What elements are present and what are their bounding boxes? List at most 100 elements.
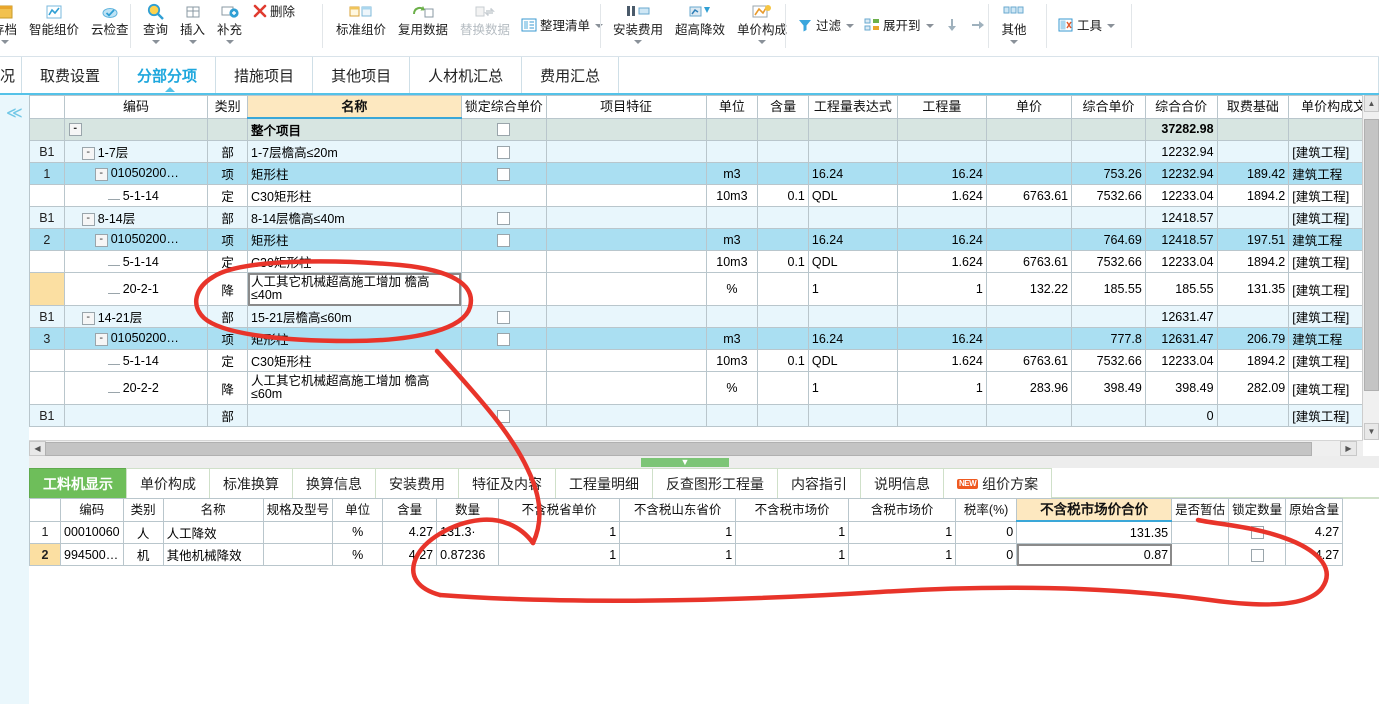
cell-quantity-expression[interactable] xyxy=(807,206,898,229)
cell-lock-checkbox[interactable] xyxy=(460,371,547,405)
checkbox-icon[interactable] xyxy=(497,233,511,247)
cell-quantity[interactable] xyxy=(896,117,987,141)
cell-quantity-expression[interactable]: 1 xyxy=(807,272,898,306)
table-row[interactable]: B1-8-14层部 8-14层檐高≤40m 12418.57 [建筑工程] xyxy=(29,206,1379,229)
cell-content[interactable]: 0.1 xyxy=(757,250,809,273)
checkbox-icon[interactable] xyxy=(497,409,511,423)
cell-fee-base[interactable]: 1894.2 xyxy=(1216,349,1290,372)
cell-composite-total[interactable]: 12233.04 xyxy=(1144,349,1218,372)
cell-category[interactable]: 定 xyxy=(207,250,249,273)
scroll-right-icon[interactable]: ▶ xyxy=(1340,441,1357,456)
cell-category[interactable]: 项 xyxy=(207,327,249,350)
cell-category[interactable]: 部 xyxy=(207,206,249,229)
detail-tab-8[interactable]: 内容指引 xyxy=(777,468,861,498)
detail-cell-quantity[interactable]: 0.87236 xyxy=(436,543,500,566)
detail-row[interactable]: 1 00010060 人人工降效% 4.27 131.3· 1 1 1 1 0 131.35 4.27 xyxy=(29,520,1344,544)
grid-vertical-scrollbar[interactable]: ▲ ▼ xyxy=(1362,95,1379,440)
cell-quantity-expression[interactable]: 16.24 xyxy=(807,228,898,251)
checkbox-icon[interactable] xyxy=(497,310,511,324)
cell-name[interactable]: 矩形柱 xyxy=(247,162,462,185)
cell-name[interactable]: C30矩形柱 xyxy=(247,250,462,273)
detail-tab-2[interactable]: 标准换算 xyxy=(209,468,293,498)
cell-composite-total[interactable]: 12418.57 xyxy=(1144,228,1218,251)
cell-name[interactable]: 8-14层檐高≤40m xyxy=(247,206,462,229)
cell-lock-checkbox[interactable] xyxy=(460,349,547,372)
cell-lock-checkbox[interactable] xyxy=(460,228,547,251)
collapse-left-icon[interactable]: ≪ xyxy=(6,103,23,123)
bcol-content[interactable]: 含量 xyxy=(382,498,438,522)
cell-unit-price[interactable] xyxy=(985,404,1073,427)
tree-expander-icon[interactable]: - xyxy=(94,233,108,247)
ribbon-button-height-efficiency[interactable]: 超高降效 xyxy=(669,0,731,38)
cell-project-feature[interactable] xyxy=(545,117,707,141)
col-name[interactable]: 名称 xyxy=(247,95,462,119)
detail-cell-excl-tax-shandong-price[interactable]: 1 xyxy=(619,520,737,544)
cell-lock-checkbox[interactable] xyxy=(460,162,547,185)
cell-fee-base[interactable]: 206.79 xyxy=(1216,327,1290,350)
detail-cell-is-estimate[interactable] xyxy=(1171,520,1230,544)
cell-unit-price[interactable]: 6763.61 xyxy=(985,184,1073,207)
cell-quantity-expression[interactable] xyxy=(807,140,898,163)
cell-content[interactable] xyxy=(757,305,809,328)
cell-quantity[interactable]: 16.24 xyxy=(896,327,987,350)
cell-fee-base[interactable]: 1894.2 xyxy=(1216,250,1290,273)
detail-tab-9[interactable]: 说明信息 xyxy=(860,468,944,498)
cell-composite-total[interactable]: 185.55 xyxy=(1144,272,1218,306)
col-unit-price[interactable]: 单价 xyxy=(985,95,1073,119)
bcol-excl-tax-market-total[interactable]: 不含税市场价合价 xyxy=(1016,498,1173,522)
ribbon-button-supplement[interactable]: 补充 xyxy=(211,0,248,44)
ribbon-button-replace-data[interactable]: 替换数据 xyxy=(454,0,516,38)
cell-composite-unit-price[interactable]: 398.49 xyxy=(1071,371,1146,405)
checkbox-icon[interactable] xyxy=(497,145,511,159)
ribbon-button-move-right[interactable] xyxy=(965,11,991,41)
cell-quantity-expression[interactable] xyxy=(807,117,898,141)
chevron-down-icon[interactable] xyxy=(758,40,767,44)
cell-composite-unit-price[interactable]: 753.26 xyxy=(1071,162,1146,185)
checkbox-icon[interactable] xyxy=(497,123,511,137)
checkbox-icon[interactable] xyxy=(1250,548,1264,562)
row-handle[interactable]: B1 xyxy=(29,404,65,427)
cell-code[interactable]: 5-1-14 xyxy=(63,184,209,207)
cell-category[interactable]: 降 xyxy=(207,371,249,405)
cell-composite-total[interactable]: 12232.94 xyxy=(1144,140,1218,163)
tab-partial[interactable]: 况 xyxy=(0,57,23,93)
cell-unit-price[interactable]: 132.22 xyxy=(985,272,1073,306)
cell-content[interactable] xyxy=(757,206,809,229)
cell-category[interactable]: 部 xyxy=(207,305,249,328)
row-handle[interactable]: 2 xyxy=(29,228,65,251)
chevron-down-icon[interactable] xyxy=(151,40,160,44)
tree-expander-icon[interactable]: - xyxy=(94,167,108,181)
detail-row[interactable]: 2 994500… 机其他机械降效% 4.27 0.87236 1 1 1 1 0 0.87 4.27 xyxy=(29,543,1344,566)
ribbon-button-other[interactable]: 其他 xyxy=(995,0,1033,44)
left-collapse-rail[interactable]: ≪ xyxy=(0,95,30,704)
cell-quantity[interactable]: 1.624 xyxy=(896,250,987,273)
cell-quantity[interactable]: 16.24 xyxy=(896,162,987,185)
detail-cell-category[interactable]: 人 xyxy=(122,520,164,544)
checkbox-icon[interactable] xyxy=(1250,526,1264,540)
detail-cell-name[interactable]: 人工降效 xyxy=(162,520,264,544)
col-code[interactable]: 编码 xyxy=(63,95,209,119)
ribbon-button-archive[interactable]: 存档 xyxy=(0,0,23,44)
row-handle[interactable]: 3 xyxy=(29,327,65,350)
detail-tab-1[interactable]: 单价构成 xyxy=(126,468,210,498)
cell-quantity[interactable] xyxy=(896,305,987,328)
detail-tab-10[interactable]: NEW 组价方案 xyxy=(943,468,1053,498)
cell-category[interactable]: 项 xyxy=(207,228,249,251)
detail-cell-code[interactable]: 00010060 xyxy=(60,520,124,544)
cell-content[interactable] xyxy=(757,117,809,141)
detail-cell-lock-quantity[interactable] xyxy=(1228,543,1287,566)
cell-category[interactable] xyxy=(207,117,249,141)
scroll-left-icon[interactable]: ◀ xyxy=(29,441,46,456)
cell-quantity[interactable]: 1 xyxy=(896,371,987,405)
cell-unit[interactable]: m3 xyxy=(705,162,759,185)
detail-cell-excl-tax-market-total[interactable]: 131.35 xyxy=(1016,520,1173,544)
division-items-grid[interactable]: 编码 类别 名称 锁定综合单价 项目特征 单位 含量 工程量表达式 工程量 单价… xyxy=(29,95,1379,455)
scroll-up-icon[interactable]: ▲ xyxy=(1364,95,1379,112)
table-row[interactable]: 2-01050200… 项矩形柱 m3 16.24 16.24 764.69 12418.5… xyxy=(29,228,1379,251)
cell-name[interactable]: 15-21层檐高≤60m xyxy=(247,305,462,328)
cell-name[interactable]: 人工其它机械超高施工增加 檐高≤60m xyxy=(247,371,462,405)
cell-project-feature[interactable] xyxy=(545,272,707,306)
tree-expander-icon[interactable]: - xyxy=(68,123,82,137)
cell-content[interactable] xyxy=(757,371,809,405)
cell-category[interactable]: 定 xyxy=(207,349,249,372)
